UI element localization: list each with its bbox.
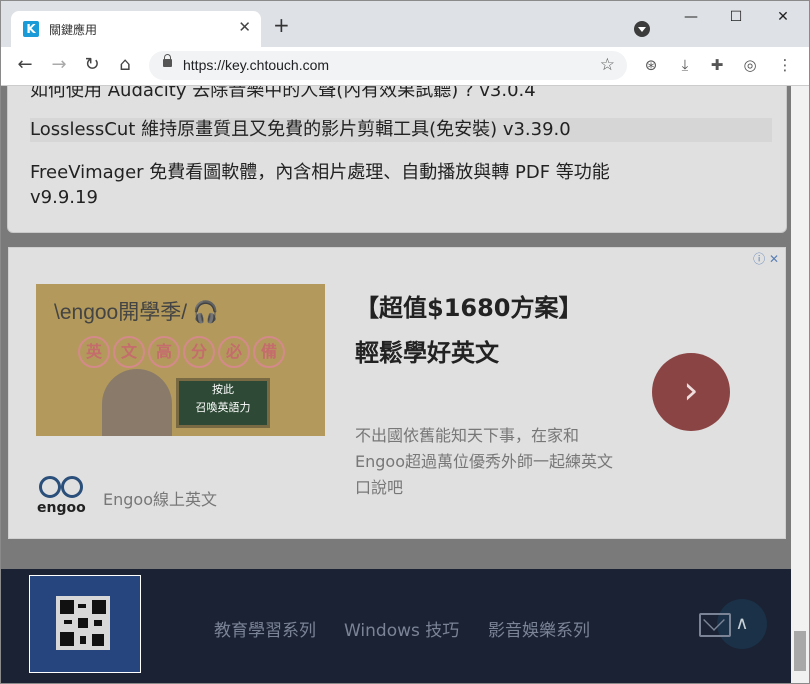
qr-module [80, 636, 86, 644]
ad-chip: 備 [253, 336, 285, 368]
ad-board-line: 召喚英語力 [195, 401, 251, 414]
ad-description: 不出國依舊能知天下事，在家和Engoo超過萬位優秀外師一起練英文口說吧 [355, 426, 613, 497]
bookmark-star-icon[interactable]: ☆ [600, 55, 615, 75]
qr-module [78, 604, 86, 608]
site-favicon-icon: K [23, 21, 39, 37]
extensions-puzzle-icon[interactable]: ✚ [707, 55, 727, 75]
tab-bar: K 關鍵應用 ✕ + — ☐ ✕ [1, 1, 809, 47]
post-link[interactable]: 如何使用 Audacity 去除音樂中的人聲(內有效果試聽) ? v3.0.4 [30, 86, 536, 103]
ad-chip: 分 [183, 336, 215, 368]
ad-chip: 文 [113, 336, 145, 368]
related-posts-card: 如何使用 Audacity 去除音樂中的人聲(內有效果試聽) ? v3.0.4 … [7, 86, 787, 233]
tab-active[interactable]: K 關鍵應用 ✕ [11, 11, 261, 47]
qr-module [92, 634, 104, 646]
ad-chip: 必 [218, 336, 250, 368]
ad-image-chips: 英文高分必備 [78, 336, 288, 368]
qr-module [94, 620, 102, 626]
back-button[interactable]: ← [14, 54, 36, 76]
reload-button[interactable]: ↻ [81, 54, 103, 76]
tab-title: 關鍵應用 [49, 23, 98, 37]
ad-board-line: 按此 [212, 383, 234, 396]
profile-avatar[interactable]: ◎ [740, 55, 760, 75]
url-text[interactable]: https://key.chtouch.com [183, 57, 329, 73]
browser-toolbar: ← → ↻ ⌂ https://key.chtouch.com ☆ ⊛ ⤓ ✚ … [1, 47, 809, 86]
ad-image-brand: \engoo開學季/ 🎧 [54, 301, 220, 324]
page-content: 如何使用 Audacity 去除音樂中的人聲(內有效果試聽) ? v3.0.4 … [1, 86, 791, 683]
qr-module [78, 618, 88, 628]
address-bar[interactable]: https://key.chtouch.com ☆ [149, 51, 627, 80]
logo-circle [61, 476, 83, 498]
tab-close-icon[interactable]: ✕ [238, 18, 251, 36]
qr-finder [60, 600, 74, 614]
footer-link-windows[interactable]: Windows 技巧 [344, 616, 459, 641]
ad-image[interactable]: \engoo開學季/ 🎧 英文高分必備 按此 召喚英語力 [36, 284, 325, 436]
post-link-version[interactable]: v9.9.19 [30, 186, 98, 210]
qr-finder [92, 600, 106, 614]
forward-button[interactable]: → [48, 54, 70, 76]
tab-search-icon[interactable] [634, 21, 650, 37]
ad-info-close-icon[interactable]: ⓘ ✕ [753, 250, 779, 267]
qr-module [64, 620, 72, 624]
close-window-button[interactable]: ✕ [773, 7, 793, 27]
ad-chip: 英 [78, 336, 110, 368]
minimize-button[interactable]: — [681, 7, 701, 27]
advertiser-logo: engoo [37, 476, 86, 520]
post-link[interactable]: FreeVimager 免費看圖軟體，內含相片處理、自動播放與轉 PDF 等功能 [30, 161, 610, 185]
post-link[interactable]: LosslessCut 維持原畫質且又免費的影片剪輯工具(免安裝) v3.39.… [30, 118, 772, 142]
ad-headline[interactable]: 【超值$1680方案】輕鬆學好英文 [355, 286, 585, 376]
advertisement[interactable]: ⓘ ✕ \engoo開學季/ 🎧 英文高分必備 按此 召喚英語力 【超值$168… [8, 247, 786, 539]
qr-code [56, 596, 110, 650]
lock-icon[interactable] [163, 54, 172, 67]
footer-link-education[interactable]: 教育學習系列 [214, 616, 316, 641]
new-tab-button[interactable]: + [273, 15, 290, 35]
footer-link-media[interactable]: 影音娛樂系列 [488, 616, 590, 641]
logo-circle [39, 476, 61, 498]
extension-icon[interactable]: ⊛ [641, 55, 661, 75]
home-button[interactable]: ⌂ [114, 54, 136, 76]
browser-window: K 關鍵應用 ✕ + — ☐ ✕ ← → ↻ ⌂ https://key.cht… [0, 0, 810, 684]
scrollbar-thumb[interactable] [794, 631, 806, 671]
advertiser-name[interactable]: Engoo線上英文 [103, 486, 217, 510]
mail-icon[interactable] [699, 613, 731, 637]
logo-wordmark: engoo [37, 500, 86, 516]
ad-next-button[interactable]: › [652, 353, 730, 431]
page-scrollbar[interactable] [791, 86, 809, 683]
menu-kebab-icon[interactable]: ⋮ [775, 55, 795, 75]
download-icon[interactable]: ⤓ [675, 55, 695, 75]
site-footer: 教育學習系列 Windows 技巧 影音娛樂系列 ∧ [1, 569, 791, 683]
ad-chip: 高 [148, 336, 180, 368]
ad-person-image [102, 369, 172, 436]
qr-finder [60, 632, 74, 646]
maximize-button[interactable]: ☐ [726, 7, 746, 27]
ad-chalkboard: 按此 召喚英語力 [176, 378, 270, 428]
qr-code-box [29, 575, 141, 673]
